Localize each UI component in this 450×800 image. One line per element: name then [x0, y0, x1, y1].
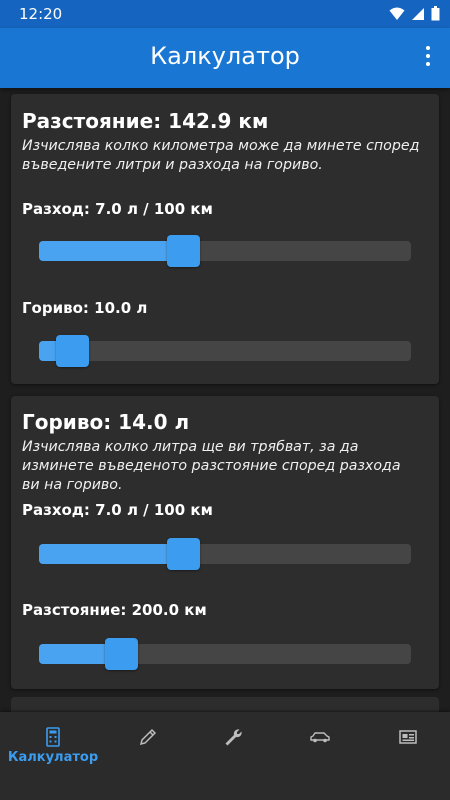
wrench-icon — [225, 729, 242, 746]
bottom-navigation: Калкулатор — [0, 712, 450, 800]
pencil-icon — [139, 728, 157, 746]
consumption-slider-fill — [39, 241, 169, 261]
distance-result-title: Разстояние: 142.9 км — [22, 109, 269, 133]
fuel-result-title: Гориво: 14.0 л — [22, 410, 190, 434]
consumption-slider-thumb[interactable] — [167, 235, 200, 267]
nav-calculator[interactable]: Калкулатор — [0, 712, 98, 800]
consumption-slider[interactable] — [39, 538, 411, 570]
distance-label: Разстояние: 200.0 км — [22, 601, 207, 619]
distance-description: Изчислява колко километра може да минете… — [22, 138, 420, 173]
calculator-icon — [46, 727, 60, 747]
consumption-label: Разход: 7.0 л / 100 км — [22, 200, 213, 218]
app-title: Калкулатор — [150, 42, 300, 70]
overflow-menu-icon[interactable] — [420, 46, 436, 70]
wifi-icon — [389, 7, 405, 20]
signal-icon — [412, 7, 424, 20]
fuel-label: Гориво: 10.0 л — [22, 299, 148, 317]
fuel-description: Изчислява колко литра ще ви трябват, за … — [22, 439, 401, 493]
status-time: 12:20 — [19, 5, 63, 23]
status-icons — [389, 6, 440, 21]
app-bar: Калкулатор — [0, 28, 450, 88]
status-bar: 12:20 — [0, 0, 450, 28]
distance-card: Разстояние: 142.9 км Изчислява колко кил… — [11, 94, 439, 384]
distance-slider[interactable] — [39, 638, 411, 670]
nav-log[interactable] — [103, 712, 193, 800]
nav-service[interactable] — [188, 712, 278, 800]
nav-news[interactable] — [363, 712, 450, 800]
fuel-slider-thumb[interactable] — [56, 335, 89, 367]
distance-slider-thumb[interactable] — [105, 638, 138, 670]
consumption-slider[interactable] — [39, 235, 411, 267]
nav-calculator-label: Калкулатор — [7, 750, 99, 765]
battery-icon — [431, 6, 440, 21]
fuel-slider[interactable] — [39, 335, 411, 367]
consumption-label: Разход: 7.0 л / 100 км — [22, 501, 213, 519]
nav-vehicle[interactable] — [273, 712, 363, 800]
car-icon — [310, 732, 330, 743]
consumption-slider-thumb[interactable] — [167, 538, 200, 570]
fuel-card: Гориво: 14.0 л Изчислява колко литра ще … — [11, 396, 439, 689]
consumption-slider-fill — [39, 544, 169, 564]
news-icon — [399, 730, 417, 744]
